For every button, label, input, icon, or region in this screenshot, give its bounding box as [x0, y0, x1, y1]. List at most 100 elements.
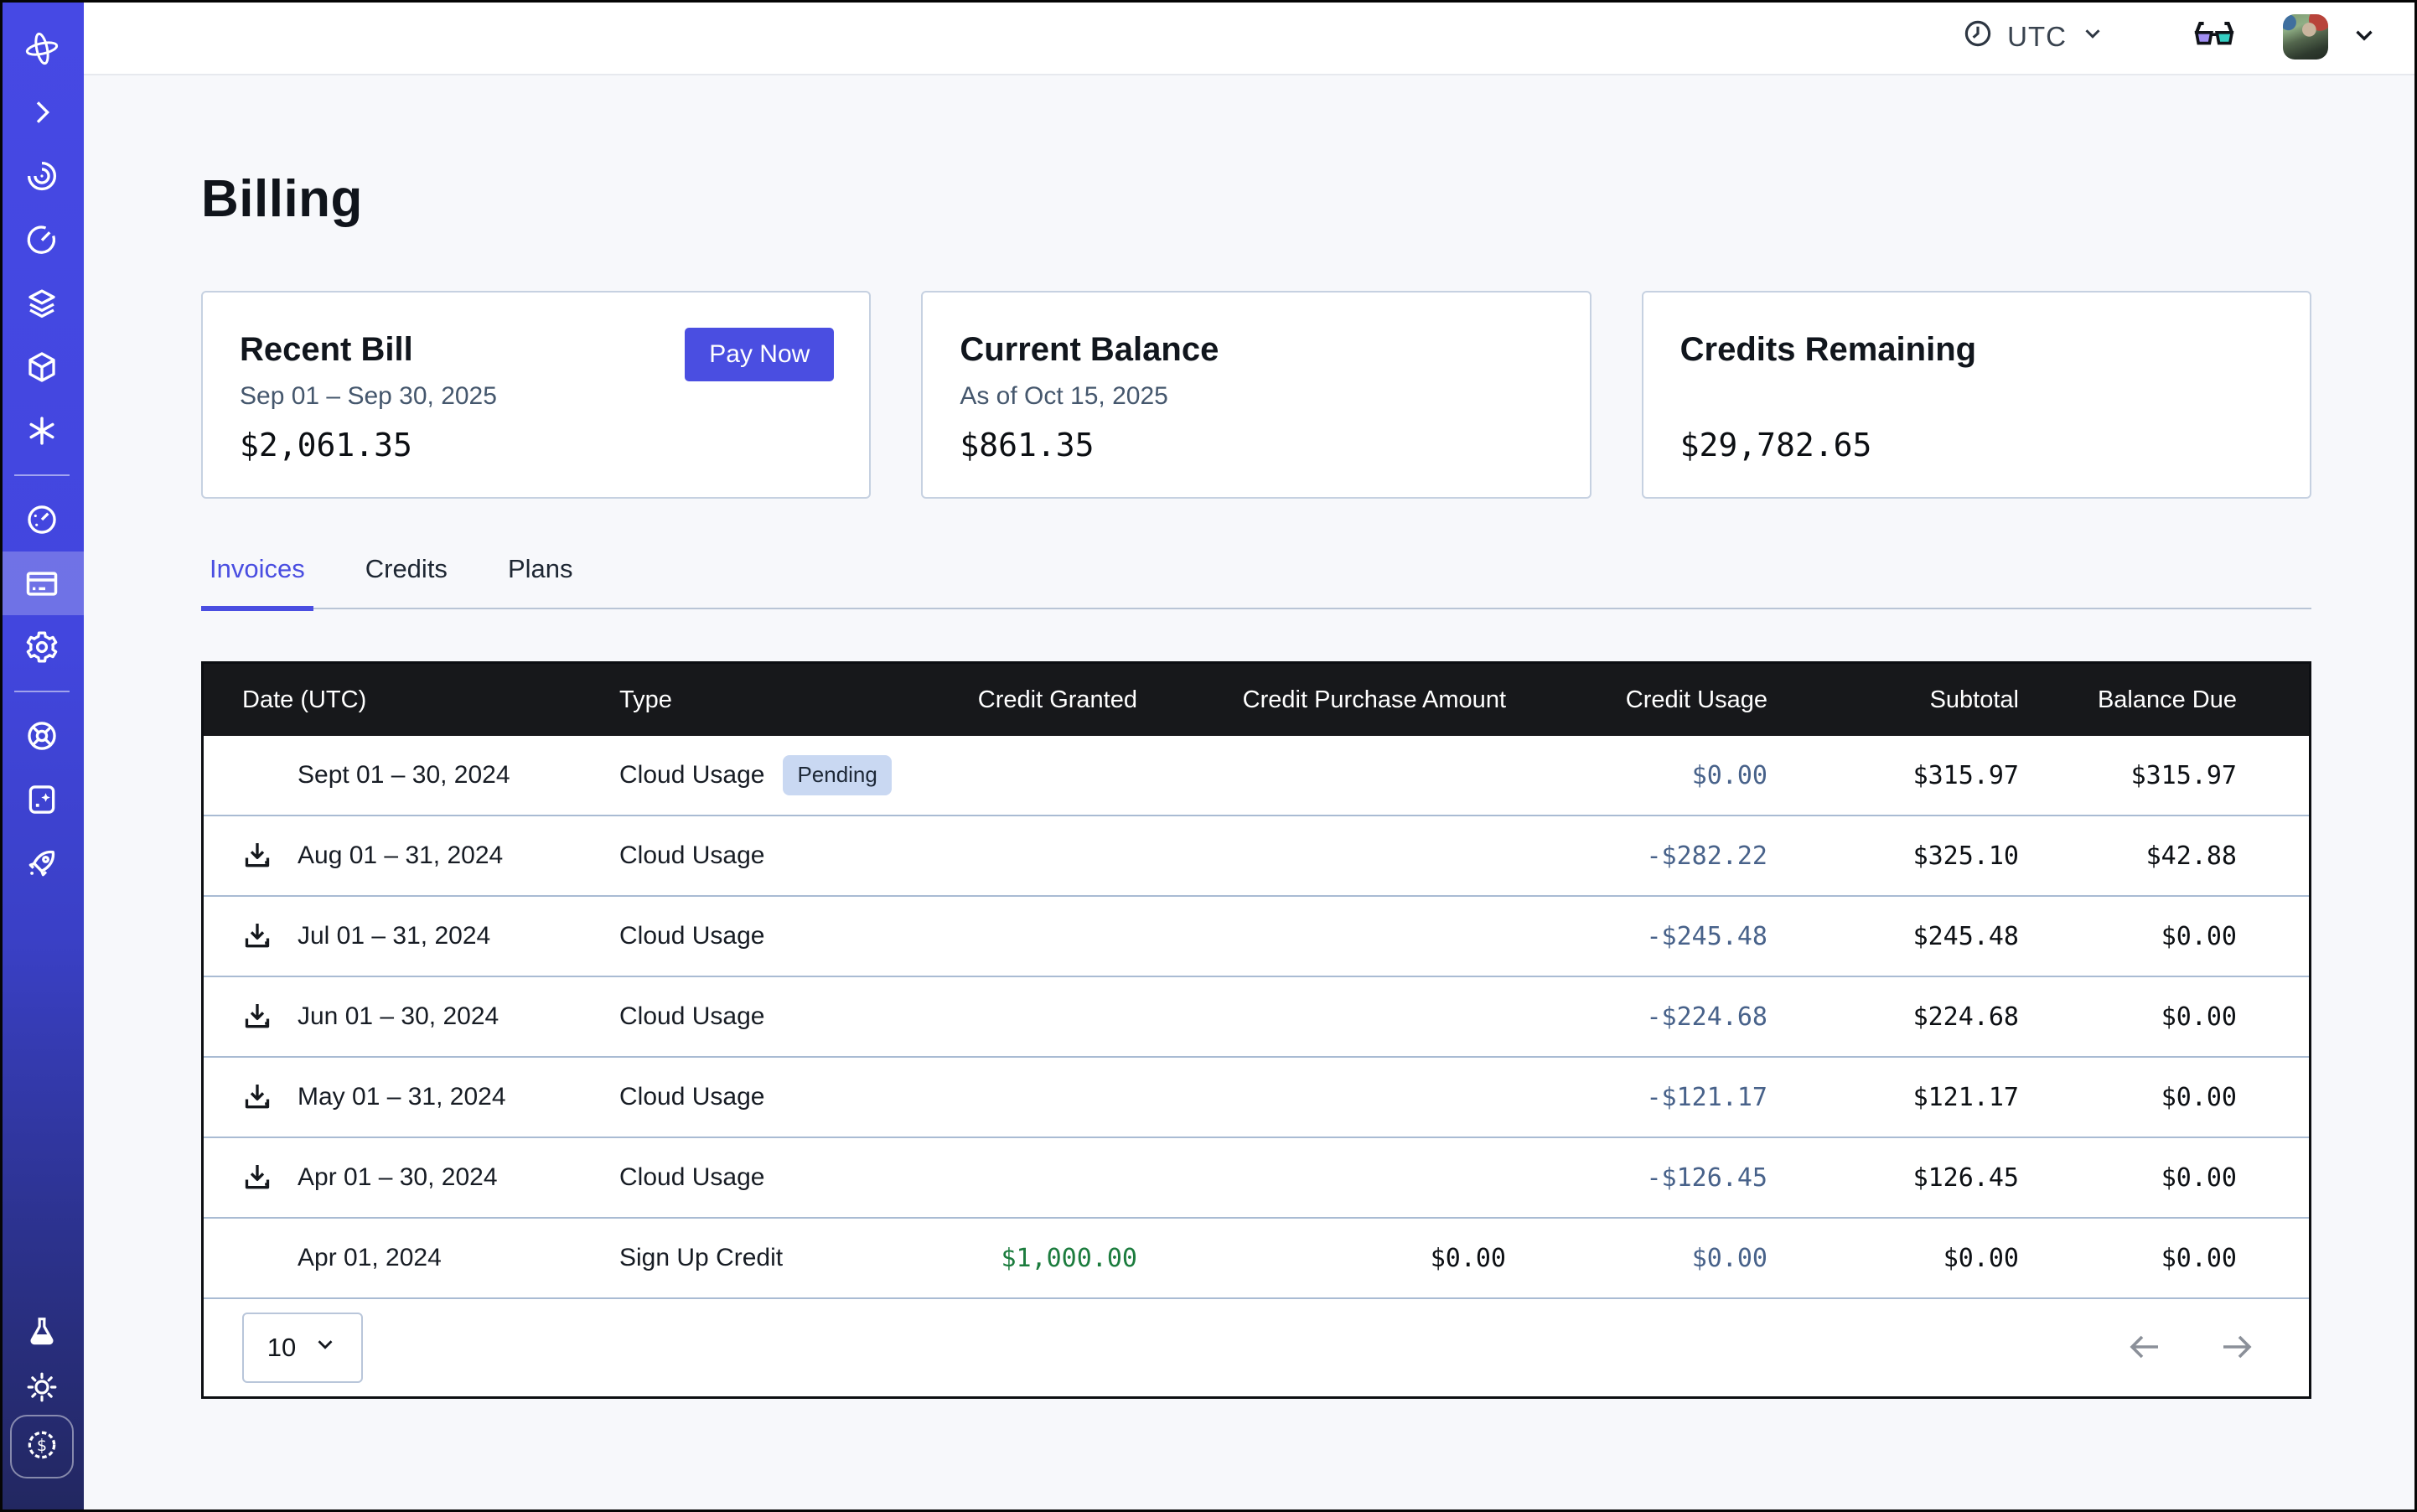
credit-granted-value: $1,000.00: [936, 1244, 1137, 1273]
column-header-balance-due: Balance Due: [2019, 686, 2237, 714]
billing-tabs: Invoices Credits Plans: [201, 554, 2311, 609]
current-balance-title: Current Balance: [960, 331, 1552, 369]
credit-usage-value: -$245.48: [1506, 922, 1767, 951]
gear-icon: [24, 629, 60, 665]
invoice-type: Cloud Usage: [619, 1002, 764, 1031]
download-invoice-button[interactable]: [241, 919, 274, 953]
credit-card-icon: [23, 565, 60, 602]
credits-remaining-card: Credits Remaining $29,782.65: [1642, 291, 2311, 499]
next-page-button[interactable]: [2217, 1327, 2257, 1370]
credit-usage-value: -$121.17: [1506, 1083, 1767, 1112]
invoice-type: Cloud Usage: [619, 761, 764, 790]
column-header-date: Date (UTC): [204, 686, 619, 714]
cube-icon: [24, 350, 60, 385]
reader-mode-button[interactable]: [2192, 18, 2236, 56]
download-invoice-button[interactable]: [241, 1000, 274, 1033]
recent-bill-card: Recent Bill Sep 01 – Sep 30, 2025 $2,061…: [201, 291, 871, 499]
sidebar-item-labs[interactable]: [0, 1304, 84, 1359]
main-content: Billing Recent Bill Sep 01 – Sep 30, 202…: [84, 75, 2417, 1512]
credit-purchase-amount-value: $0.00: [1137, 1244, 1506, 1273]
rings-icon: [24, 158, 60, 194]
invoice-type: Cloud Usage: [619, 1083, 764, 1111]
layers-icon: [24, 286, 60, 321]
user-avatar[interactable]: [2283, 14, 2328, 60]
sidebar-item-support[interactable]: [0, 704, 84, 768]
balance-due-value: $42.88: [2019, 841, 2237, 871]
invoice-type-cell: Sign Up Credit: [619, 1244, 936, 1272]
balance-due-value: $0.00: [2019, 1244, 2237, 1273]
arrow-left-icon: [2125, 1327, 2165, 1370]
column-header-credit-purchase-amount: Credit Purchase Amount: [1137, 686, 1506, 714]
sidebar-item-asterisk[interactable]: [0, 399, 84, 463]
previous-page-button[interactable]: [2125, 1327, 2165, 1370]
column-header-credit-granted: Credit Granted: [936, 686, 1137, 714]
invoice-date: May 01 – 31, 2024: [298, 1083, 506, 1111]
recent-bill-period: Sep 01 – Sep 30, 2025: [240, 382, 832, 411]
recent-bill-amount: $2,061.35: [240, 427, 832, 463]
sidebar-item-theme[interactable]: [0, 1359, 84, 1415]
subtotal-value: $224.68: [1767, 1002, 2019, 1032]
wheel-icon: [24, 718, 60, 753]
invoice-type-cell: Cloud Usage Pending: [619, 755, 936, 795]
current-balance-as-of: As of Oct 15, 2025: [960, 382, 1552, 411]
balance-due-value: $0.00: [2019, 1083, 2237, 1112]
page-size-select[interactable]: 10: [242, 1313, 363, 1383]
table-row: Jul 01 – 31, 2024 Cloud Usage -$245.48 $…: [204, 897, 2309, 977]
download-invoice-button[interactable]: [241, 839, 274, 873]
invoice-type-cell: Cloud Usage: [619, 922, 936, 950]
download-invoice-button[interactable]: [241, 1080, 274, 1114]
summary-cards: Recent Bill Sep 01 – Sep 30, 2025 $2,061…: [201, 291, 2311, 499]
sidebar-item-layers[interactable]: [0, 272, 84, 335]
credits-remaining-title: Credits Remaining: [1680, 331, 2273, 369]
sidebar-item-launch[interactable]: [0, 831, 84, 895]
sidebar-item-rings[interactable]: [0, 144, 84, 208]
sidebar-item-guides[interactable]: [0, 768, 84, 831]
table-row: Jun 01 – 30, 2024 Cloud Usage -$224.68 $…: [204, 977, 2309, 1058]
sidebar-item-usage[interactable]: [0, 488, 84, 551]
tab-credits[interactable]: Credits: [357, 554, 456, 611]
page-size-value: 10: [267, 1333, 296, 1363]
table-row: Aug 01 – 31, 2024 Cloud Usage -$282.22 $…: [204, 816, 2309, 897]
balance-due-value: $0.00: [2019, 922, 2237, 951]
account-menu-button[interactable]: [2350, 21, 2378, 54]
sidebar-item-logo[interactable]: [0, 17, 84, 80]
invoice-type: Cloud Usage: [619, 841, 764, 870]
dollar-badge-icon: $: [23, 1427, 60, 1468]
chevron-right-icon: [25, 96, 59, 129]
sidebar-item-cube[interactable]: [0, 335, 84, 399]
invoice-date: Aug 01 – 31, 2024: [298, 841, 503, 869]
invoice-type: Cloud Usage: [619, 922, 764, 950]
table-row: May 01 – 31, 2024 Cloud Usage -$121.17 $…: [204, 1058, 2309, 1138]
logo-icon: [22, 28, 62, 69]
timezone-label: UTC: [2007, 21, 2067, 53]
invoice-date: Sept 01 – 30, 2024: [298, 761, 510, 789]
invoice-date-cell: May 01 – 31, 2024: [204, 1083, 619, 1111]
credit-usage-value: $0.00: [1506, 761, 1767, 790]
credit-usage-value: $0.00: [1506, 1244, 1767, 1273]
tab-invoices[interactable]: Invoices: [201, 554, 313, 611]
sidebar-item-credits[interactable]: $: [10, 1415, 74, 1478]
sidebar-item-collapse[interactable]: [0, 80, 84, 144]
subtotal-value: $315.97: [1767, 761, 2019, 790]
chevron-down-icon: [313, 1332, 338, 1364]
sidebar: $: [0, 0, 84, 1512]
table-header-row: Date (UTC) Type Credit Granted Credit Pu…: [204, 664, 2309, 736]
invoice-type: Sign Up Credit: [619, 1244, 783, 1272]
table-row: Apr 01, 2024 Sign Up Credit $1,000.00 $0…: [204, 1219, 2309, 1299]
subtotal-value: $325.10: [1767, 841, 2019, 871]
timezone-selector[interactable]: UTC: [1962, 18, 2105, 56]
sidebar-item-settings[interactable]: [0, 615, 84, 679]
chevron-down-icon: [2350, 21, 2378, 54]
clock-icon: [1962, 18, 1994, 56]
sidebar-item-billing[interactable]: [0, 551, 84, 615]
column-header-subtotal: Subtotal: [1767, 686, 2019, 714]
invoice-date-cell: Sept 01 – 30, 2024: [204, 761, 619, 790]
svg-text:$: $: [37, 1435, 47, 1454]
sidebar-divider: [14, 474, 70, 476]
sidebar-item-timer[interactable]: [0, 208, 84, 272]
pay-now-button[interactable]: Pay Now: [685, 328, 834, 381]
subtotal-value: $121.17: [1767, 1083, 2019, 1112]
tab-plans[interactable]: Plans: [499, 554, 582, 611]
download-invoice-button[interactable]: [241, 1161, 274, 1194]
invoice-date: Jun 01 – 30, 2024: [298, 1002, 499, 1030]
